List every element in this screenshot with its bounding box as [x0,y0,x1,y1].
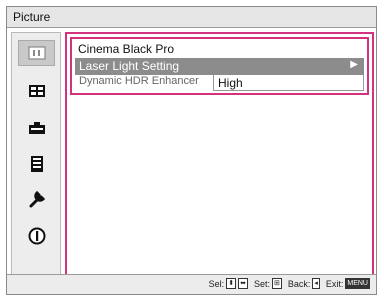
set-hint-label: Set: [253,278,270,289]
menu-list-box: Cinema Black Pro Laser Light Setting ▶ D… [70,37,369,95]
sidebar-item-setup[interactable] [18,115,55,141]
menu-content-panel: Cinema Black Pro Laser Light Setting ▶ D… [65,32,374,276]
left-right-key-icon: ⬌ [238,278,248,289]
select-hint: Sel: ⬍ ⬌ [209,278,248,289]
sidebar-item-information[interactable] [18,223,55,249]
sidebar-item-screen[interactable] [18,78,55,104]
sidebar-item-picture[interactable] [18,40,55,66]
setup-icon [28,122,45,134]
back-key-icon: ◂ [312,278,320,289]
option-value-box[interactable]: High [213,75,364,91]
menu-title: Picture [13,10,51,24]
menu-header-row: Cinema Black Pro [75,41,364,58]
menu-category-sidebar [11,32,61,276]
exit-hint: Exit: MENU [326,278,370,289]
select-hint-label: Sel: [208,278,225,289]
footer-hints: Sel: ⬍ ⬌ Set: ⊞ Back: ◂ Exit: MENU [7,274,376,294]
option-value: High [218,76,243,90]
menu-key-icon: MENU [345,278,370,289]
info-icon [28,227,45,245]
menu-item-laser-light-setting[interactable]: Laser Light Setting ▶ [75,58,364,75]
exit-hint-label: Exit: [325,278,344,289]
chevron-right-icon: ▶ [350,59,358,70]
title-bar: Picture [7,7,376,28]
menu-item-dynamic-hdr-enhancer[interactable]: Dynamic HDR Enhancer High [75,75,364,91]
option-label: Dynamic HDR Enhancer [79,75,199,87]
sidebar-item-function[interactable] [18,151,55,177]
back-hint-label: Back: [287,278,311,289]
up-down-key-icon: ⬍ [226,278,237,289]
enter-key-icon: ⊞ [271,278,282,289]
function-icon [30,156,43,172]
set-hint: Set: ⊞ [254,278,282,289]
menu-item-label: Laser Light Setting [79,59,180,73]
menu-header-label: Cinema Black Pro [78,42,175,56]
back-hint: Back: ◂ [288,278,320,289]
screen-icon [28,85,45,97]
picture-menu-window: Picture Cinema Black Pro Laser Light Set… [6,6,377,295]
picture-icon [27,46,46,60]
sidebar-item-settings[interactable] [18,186,55,212]
wrench-icon [29,190,45,208]
